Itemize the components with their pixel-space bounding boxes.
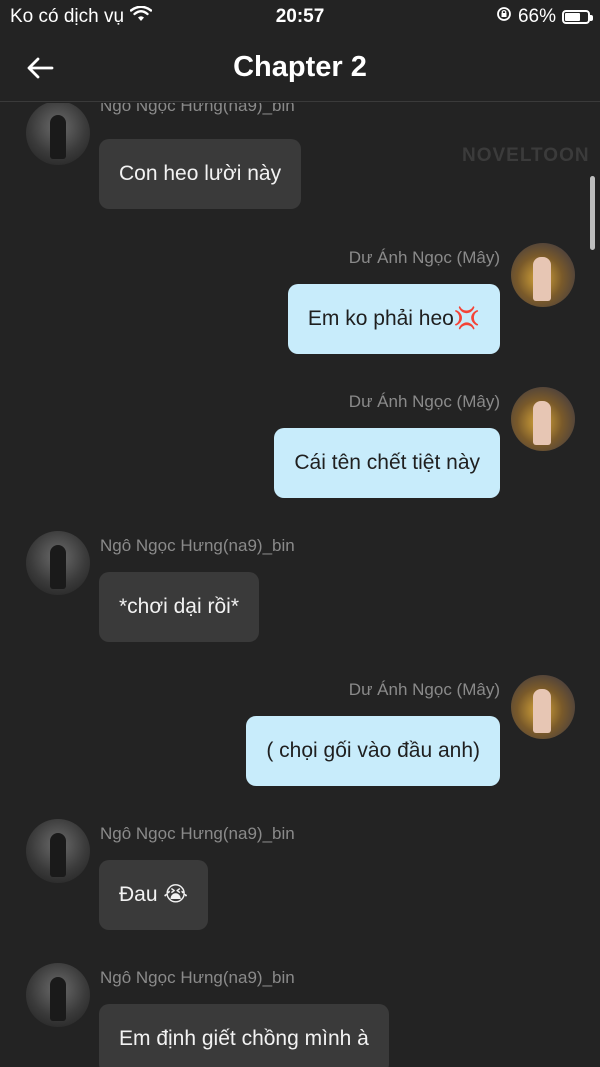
avatar[interactable] (26, 103, 90, 165)
avatar[interactable] (26, 531, 90, 595)
sender-name: Dư Ánh Ngọc (Mây) (348, 392, 500, 411)
avatar[interactable] (26, 963, 90, 1027)
back-button[interactable] (22, 50, 58, 86)
page-title: Chapter 2 (233, 51, 367, 83)
message-bubble[interactable]: Con heo lười này (99, 139, 302, 209)
sender-name: Ngô Ngọc Hưng(na9)_bin (100, 824, 295, 843)
message-bubble[interactable]: Em định giết chồng mình à (99, 1004, 389, 1067)
sender-name: Ngô Ngọc Hưng(na9)_bin (100, 103, 295, 115)
avatar[interactable] (511, 243, 575, 307)
sender-name: Dư Ánh Ngọc (Mây) (348, 680, 500, 699)
sender-name: Ngô Ngọc Hưng(na9)_bin (100, 536, 295, 555)
scrollbar[interactable] (590, 176, 595, 250)
battery-icon (562, 10, 593, 24)
wifi-icon (129, 5, 153, 28)
carrier-label: Ko có dịch vụ (10, 6, 125, 27)
message-bubble[interactable]: Đau 😭 (99, 860, 208, 930)
sender-name: Ngô Ngọc Hưng(na9)_bin (100, 968, 295, 987)
arrow-left-icon (27, 57, 54, 79)
status-right: 66% (496, 6, 593, 28)
message-bubble[interactable]: Cái tên chết tiệt này (274, 428, 500, 498)
status-bar: Ko có dịch vụ 20:57 66% (0, 0, 600, 34)
message-bubble[interactable]: Em ko phải heo💢 (287, 284, 500, 354)
message-bubble[interactable]: *chơi dại rồi* (99, 572, 259, 642)
nav-bar: Chapter 2 (0, 34, 600, 102)
sender-name: Dư Ánh Ngọc (Mây) (348, 248, 500, 267)
avatar[interactable] (511, 675, 575, 739)
watermark-logo: NOVELTOON (462, 145, 590, 166)
status-left: Ko có dịch vụ (10, 5, 153, 28)
chat-list[interactable]: Ngô Ngọc Hưng(na9)_bin Con heo lười này … (0, 103, 600, 1067)
message-bubble[interactable]: ( chọi gối vào đầu anh) (246, 716, 500, 786)
avatar[interactable] (26, 819, 90, 883)
avatar[interactable] (511, 387, 575, 451)
battery-fill (565, 13, 580, 21)
battery-percent: 66% (517, 6, 556, 27)
orientation-lock-icon (496, 6, 512, 28)
